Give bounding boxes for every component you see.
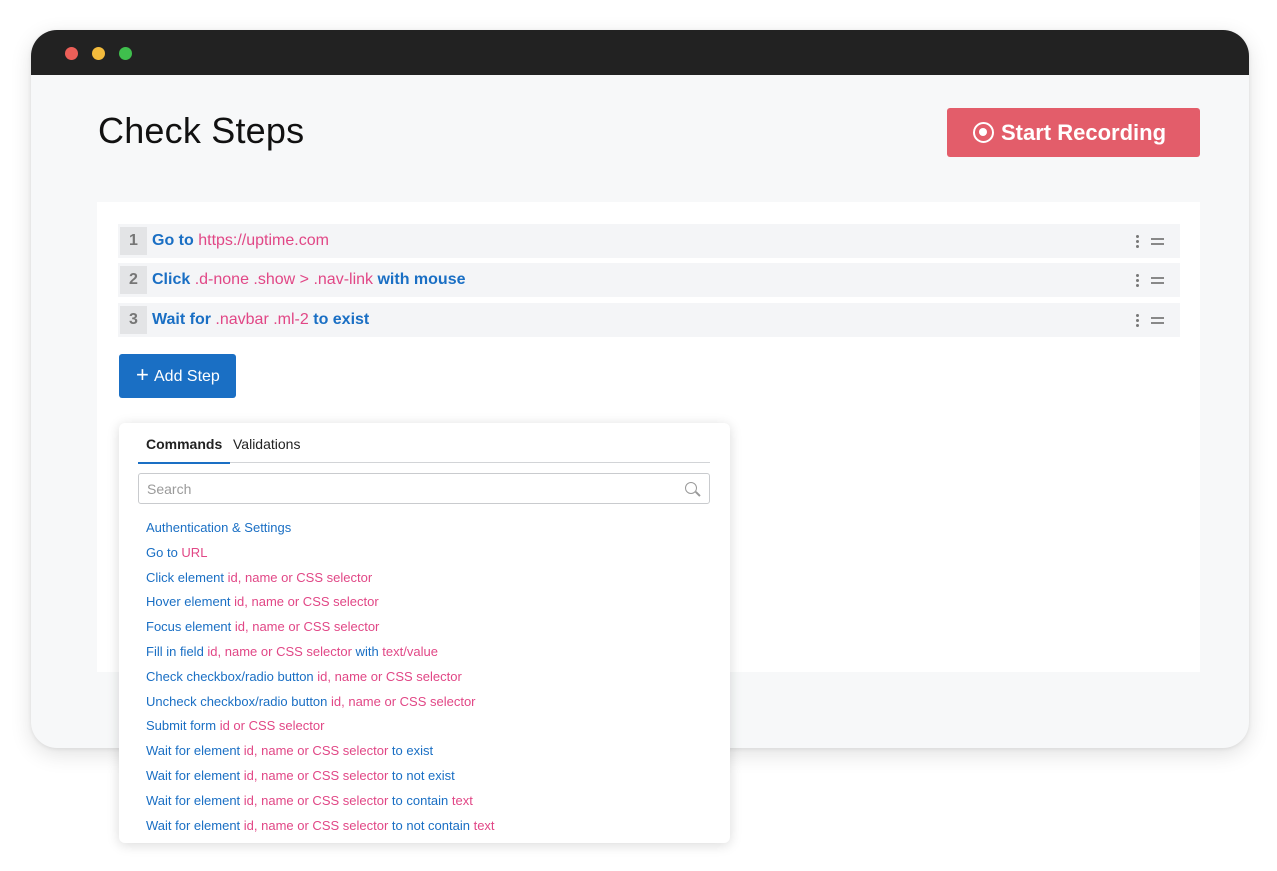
step-text: Click .d-none .show > .nav-link with mou… <box>152 271 466 289</box>
title-bar <box>31 30 1249 75</box>
command-param: id, name or CSS selector <box>207 643 352 659</box>
command-param: id, name or CSS selector <box>234 619 380 635</box>
step-actions <box>1136 224 1164 258</box>
command-item[interactable]: Fill in field id, name or CSS selector w… <box>146 644 495 669</box>
command-text: Wait for element <box>146 817 244 833</box>
command-param: id, name or CSS selector <box>234 594 379 610</box>
minimize-dot[interactable] <box>92 47 105 60</box>
command-param: id, name or CSS selector <box>243 743 389 759</box>
command-param: text/value <box>382 643 438 659</box>
command-text: Submit form <box>146 718 220 734</box>
step-number: 3 <box>120 306 147 334</box>
drag-handle-icon[interactable] <box>1151 276 1164 284</box>
command-text: Wait for element <box>146 792 244 808</box>
command-dropdown: Commands Validations Authentication & Se… <box>119 423 730 843</box>
step-suffix: to exist <box>313 311 370 328</box>
command-text: Focus element <box>146 619 235 635</box>
step-number: 1 <box>120 227 147 255</box>
step-keyword: Click <box>152 271 191 288</box>
step-suffix: with mouse <box>377 271 466 288</box>
drag-handle-icon[interactable] <box>1151 237 1164 245</box>
step-number: 2 <box>120 266 147 294</box>
command-text: Check checkbox/radio button <box>146 668 318 684</box>
command-item[interactable]: Authentication & Settings <box>146 520 495 545</box>
command-text: Wait for element <box>146 767 244 783</box>
plus-icon: + <box>136 362 149 387</box>
add-step-label: Add Step <box>154 368 220 385</box>
step-row[interactable]: 2 Click .d-none .show > .nav-link with m… <box>118 263 1180 297</box>
command-text: Wait for element <box>146 743 244 759</box>
command-item[interactable]: Wait for element id, name or CSS selecto… <box>146 768 495 793</box>
step-keyword: Wait for <box>152 311 211 328</box>
step-target: https://uptime.com <box>198 232 329 249</box>
record-icon <box>973 122 994 143</box>
command-text: Hover element <box>146 594 235 610</box>
command-text: Click element <box>146 569 228 585</box>
step-actions <box>1136 303 1164 337</box>
step-text: Go to https://uptime.com <box>152 232 329 250</box>
command-text: with <box>351 643 383 659</box>
command-param: id, name or CSS selector <box>243 767 389 783</box>
command-param: text <box>451 792 473 808</box>
tab-validations[interactable]: Validations <box>233 436 300 452</box>
command-item[interactable]: Focus element id, name or CSS selector <box>146 619 495 644</box>
command-text: to not contain <box>388 817 474 833</box>
command-param: id, name or CSS selector <box>331 693 476 709</box>
command-param: id, name or CSS selector <box>243 792 389 808</box>
command-item[interactable]: Wait for element id, name or CSS selecto… <box>146 818 495 843</box>
command-text: to exist <box>388 743 434 759</box>
command-param: id or CSS selector <box>219 718 325 734</box>
command-item[interactable]: Wait for element id, name or CSS selecto… <box>146 743 495 768</box>
step-actions <box>1136 263 1164 297</box>
search-icon <box>685 482 697 494</box>
kebab-menu-icon[interactable] <box>1136 234 1139 248</box>
command-text: Fill in field <box>146 643 208 659</box>
command-item[interactable]: Wait for element id, name or CSS selecto… <box>146 793 495 818</box>
command-text: Go to <box>146 544 182 560</box>
command-item[interactable]: Hover element id, name or CSS selector <box>146 594 495 619</box>
command-text: Uncheck checkbox/radio button <box>146 693 331 709</box>
step-row[interactable]: 3 Wait for .navbar .ml-2 to exist <box>118 303 1180 337</box>
command-item[interactable]: Uncheck checkbox/radio button id, name o… <box>146 694 495 719</box>
command-text: to not exist <box>388 767 455 783</box>
step-target: .navbar .ml-2 <box>215 311 309 328</box>
command-item[interactable]: Check checkbox/radio button id, name or … <box>146 669 495 694</box>
command-text: Authentication & Settings <box>146 520 292 535</box>
step-target: .d-none .show > .nav-link <box>194 271 374 288</box>
kebab-menu-icon[interactable] <box>1136 273 1139 287</box>
kebab-menu-icon[interactable] <box>1136 313 1139 327</box>
dropdown-tabs: Commands Validations <box>137 423 710 464</box>
command-param: text <box>473 817 495 833</box>
command-param: id, name or CSS selector <box>317 668 462 684</box>
tab-commands[interactable]: Commands <box>137 436 231 464</box>
command-item[interactable]: Go to URL <box>146 545 495 570</box>
command-list: Authentication & Settings Go to URL Click … <box>146 520 495 842</box>
page-title: Check Steps <box>98 110 305 151</box>
start-recording-button[interactable]: Start Recording <box>947 108 1200 157</box>
command-item[interactable]: Submit form id or CSS selector <box>146 718 495 743</box>
step-keyword: Go to <box>152 232 194 249</box>
start-recording-label: Start Recording <box>1001 120 1167 145</box>
command-text: to contain <box>388 792 452 808</box>
command-item[interactable]: Click element id, name or CSS selector <box>146 570 495 595</box>
step-row[interactable]: 1 Go to https://uptime.com <box>118 224 1180 258</box>
close-dot[interactable] <box>65 47 78 60</box>
command-param: id, name or CSS selector <box>227 569 373 585</box>
add-step-button[interactable]: + Add Step <box>119 354 236 398</box>
search-input[interactable] <box>138 473 710 504</box>
step-text: Wait for .navbar .ml-2 to exist <box>152 311 369 329</box>
drag-handle-icon[interactable] <box>1151 316 1164 324</box>
command-param: URL <box>181 544 208 560</box>
maximize-dot[interactable] <box>119 47 132 60</box>
command-param: id, name or CSS selector <box>243 817 389 833</box>
